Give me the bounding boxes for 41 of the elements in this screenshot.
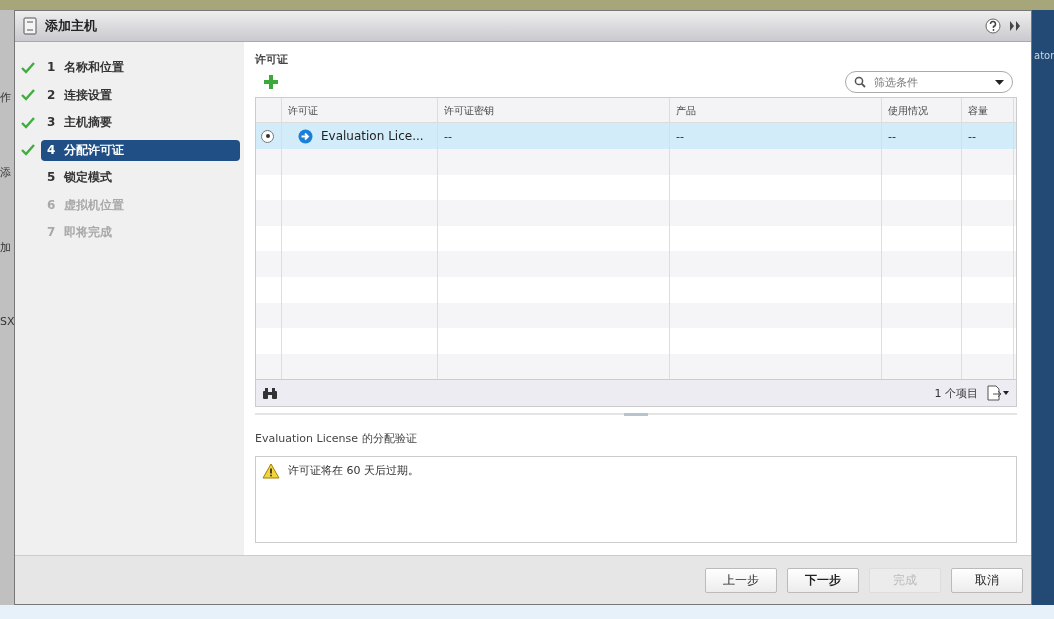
column-header[interactable]: 使用情况 (882, 98, 962, 122)
wizard-button[interactable]: 上一步 (705, 567, 777, 593)
arrow-circle-icon (298, 128, 313, 144)
table-cell: -- (968, 129, 976, 143)
section-title: 许可证 (255, 52, 289, 67)
wizard-step[interactable]: 2 连接设置 (41, 84, 240, 106)
background-text: 加 (0, 240, 12, 255)
table-row[interactable]: Evaluation Lice... -- -- -- -- (256, 123, 1016, 149)
column-header[interactable]: 产品 (670, 98, 882, 122)
filter-field[interactable]: 筛选条件 (845, 71, 1013, 93)
validation-title: Evaluation License 的分配验证 (255, 431, 418, 447)
wizard-button[interactable]: 下一步 (787, 567, 859, 593)
table-cell: Evaluation Lice... (321, 129, 424, 143)
dropdown-caret-icon (995, 79, 1004, 85)
item-count: 1 个项目 (934, 385, 978, 401)
column-header[interactable]: 容量 (962, 98, 1014, 122)
wizard-step[interactable]: 4 分配许可证 (41, 139, 240, 161)
background-text: 添 (0, 165, 12, 180)
table-cell: -- (444, 129, 452, 143)
validation-message: 许可证将在 60 天后过期。 (288, 463, 419, 479)
column-header[interactable]: 许可证密钥 (438, 98, 670, 122)
host-icon (23, 17, 37, 35)
column-header[interactable]: 许可证 (282, 98, 438, 122)
wizard-step[interactable]: 3 主机摘要 (41, 112, 240, 134)
search-icon (854, 76, 866, 88)
wizard-step[interactable]: 1 名称和位置 (41, 57, 240, 79)
window-title: 添加主机 (45, 17, 97, 35)
table-cell: -- (888, 129, 896, 143)
warning-icon (262, 463, 280, 480)
background-text: ator (1034, 50, 1054, 61)
expand-icon[interactable] (1009, 20, 1021, 32)
wizard-step[interactable]: 5 锁定模式 (41, 167, 240, 189)
binoculars-icon[interactable] (262, 386, 278, 400)
radio-button[interactable] (261, 129, 274, 143)
background-text: SX (0, 315, 14, 328)
add-icon[interactable] (263, 74, 279, 90)
export-icon[interactable] (986, 385, 1010, 402)
background-text: 作 (0, 90, 12, 105)
help-icon[interactable] (985, 18, 1001, 34)
wizard-button[interactable]: 取消 (951, 567, 1023, 593)
table-cell: -- (676, 129, 684, 143)
